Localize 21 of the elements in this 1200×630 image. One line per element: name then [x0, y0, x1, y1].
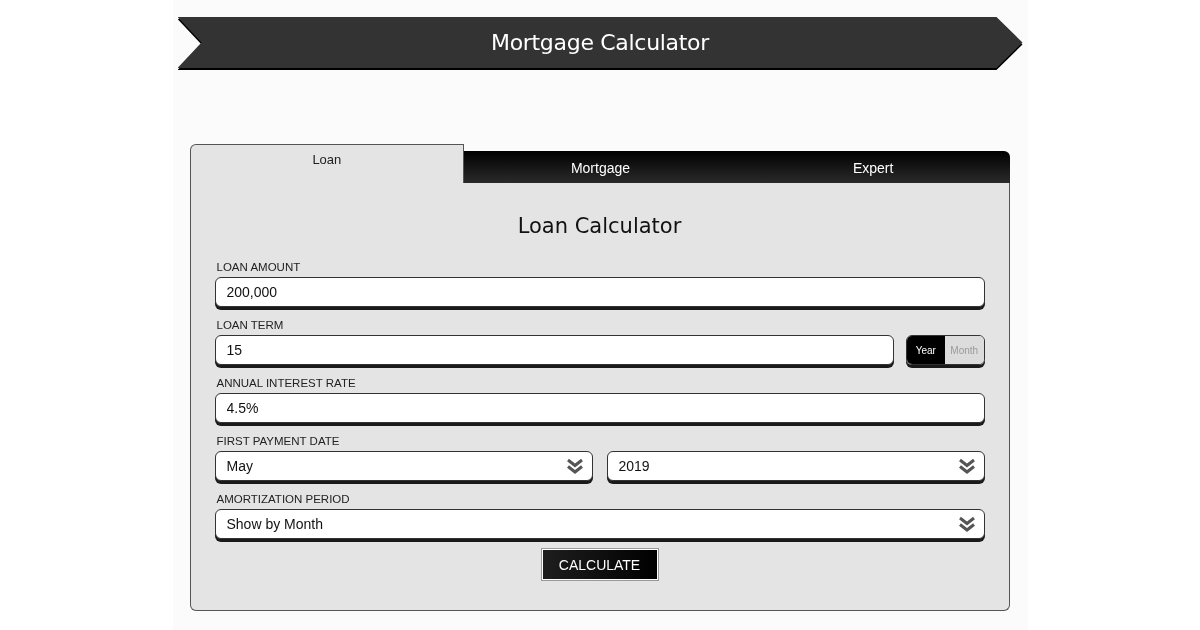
text-field[interactable]: 4.5% [214, 393, 985, 423]
double-chevron-down-icon [957, 458, 976, 474]
dropdown[interactable]: Show by Month [214, 509, 985, 539]
tab[interactable]: Loan [189, 144, 465, 183]
toggle-option[interactable]: Year [906, 336, 945, 364]
double-chevron-down-icon [957, 516, 976, 532]
double-chevron-down-icon [565, 458, 584, 474]
field-label: AMORTIZATION PERIOD [216, 493, 351, 506]
text-field[interactable]: 15 [214, 335, 894, 365]
page-title: Mortgage Calculator [490, 30, 710, 55]
field-label: LOAN AMOUNT [216, 261, 302, 274]
dropdown[interactable]: May [214, 451, 593, 481]
tab[interactable]: Expert [736, 151, 1010, 183]
field-label: ANNUAL INTEREST RATE [216, 377, 357, 390]
tab[interactable]: Mortgage [464, 151, 737, 183]
calculate-button[interactable]: CALCULATE [540, 548, 659, 581]
form-title: Loan Calculator [516, 213, 683, 240]
field-label: LOAN TERM [216, 319, 285, 332]
dropdown[interactable]: 2019 [606, 451, 985, 481]
text-field[interactable]: 200,000 [214, 277, 985, 307]
field-label: FIRST PAYMENT DATE [216, 435, 341, 448]
